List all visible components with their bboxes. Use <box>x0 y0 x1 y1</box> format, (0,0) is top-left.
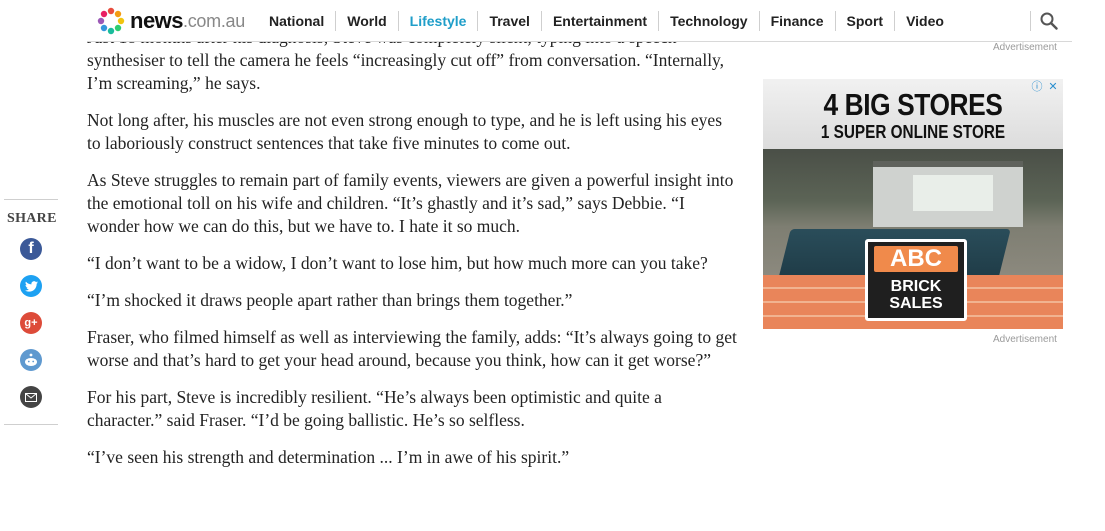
ad-house-window <box>913 175 993 211</box>
article-paragraph: For his part, Steve is incredibly resili… <box>87 387 662 430</box>
ad-brand-abc: ABC <box>874 246 958 272</box>
logo-suffix: .com.au <box>183 10 245 31</box>
article-paragraph: “I’m shocked it draws people apart rathe… <box>87 290 573 310</box>
article-paragraph: Not long after, his muscles are not even… <box>87 110 722 153</box>
ad-label-top: Advertisement <box>993 42 1057 53</box>
ad-brand-line2: SALES <box>889 295 943 312</box>
header-divider <box>87 41 1072 42</box>
facebook-icon[interactable]: f <box>20 238 42 260</box>
search-icon <box>1040 12 1058 30</box>
ad-controls: ⓘ ✕ <box>1031 81 1059 93</box>
article-paragraph: “I don’t want to be a widow, I don’t wan… <box>87 253 708 273</box>
article-paragraph: “I’ve seen his strength and determinatio… <box>87 447 570 467</box>
nav-item-technology[interactable]: Technology <box>658 11 759 31</box>
nav-item-entertainment[interactable]: Entertainment <box>540 11 658 31</box>
site-header: news .com.au National World Lifestyle Tra… <box>0 0 1105 42</box>
google-plus-icon[interactable]: g+ <box>20 312 42 334</box>
nav-item-world[interactable]: World <box>335 11 397 31</box>
close-icon[interactable]: ✕ <box>1047 81 1059 93</box>
ad-brand-text: BRICK SALES <box>868 278 964 312</box>
ad-headline-2: 1 SUPER ONLINE STORE <box>820 122 1006 142</box>
ad-brand-line1: BRICK <box>890 278 942 295</box>
twitter-bird-icon <box>24 280 38 292</box>
email-icon[interactable] <box>20 386 42 408</box>
article-body: Just 18 months after his diagnosis, Stev… <box>87 26 737 483</box>
nav-item-video[interactable]: Video <box>894 11 955 31</box>
nav-item-finance[interactable]: Finance <box>758 11 835 31</box>
ad-label-bottom: Advertisement <box>993 334 1057 345</box>
share-rail: SHARE f g+ <box>4 199 58 425</box>
ad-brand-logo: ABC BRICK SALES <box>865 239 967 321</box>
article-paragraph: As Steve struggles to remain part of fam… <box>87 170 734 236</box>
site-logo[interactable]: news .com.au <box>96 6 245 36</box>
nav-item-travel[interactable]: Travel <box>477 11 540 31</box>
reddit-icon[interactable] <box>20 349 42 371</box>
article-paragraph: Fraser, who filmed himself as well as in… <box>87 327 737 370</box>
main-nav: National World Lifestyle Travel Entertai… <box>258 11 955 31</box>
ad-banner[interactable]: 4 BIG STORES 1 SUPER ONLINE STORE ABC BR… <box>763 79 1063 329</box>
search-button[interactable] <box>1040 12 1058 35</box>
nav-item-sport[interactable]: Sport <box>834 11 895 31</box>
reddit-alien-icon <box>25 353 37 366</box>
ad-headline-1: 4 BIG STORES <box>823 87 1003 122</box>
nav-divider <box>1030 11 1031 31</box>
logo-text: news <box>130 8 184 33</box>
nav-item-national[interactable]: National <box>258 11 335 31</box>
adchoices-icon[interactable]: ⓘ <box>1031 81 1043 93</box>
share-label: SHARE <box>7 211 57 226</box>
envelope-icon <box>25 392 37 402</box>
logo-dots-icon <box>97 7 125 35</box>
google-plus-glyph: g+ <box>24 317 38 329</box>
facebook-glyph: f <box>28 240 34 257</box>
twitter-icon[interactable] <box>20 275 42 297</box>
nav-item-lifestyle[interactable]: Lifestyle <box>397 11 478 31</box>
